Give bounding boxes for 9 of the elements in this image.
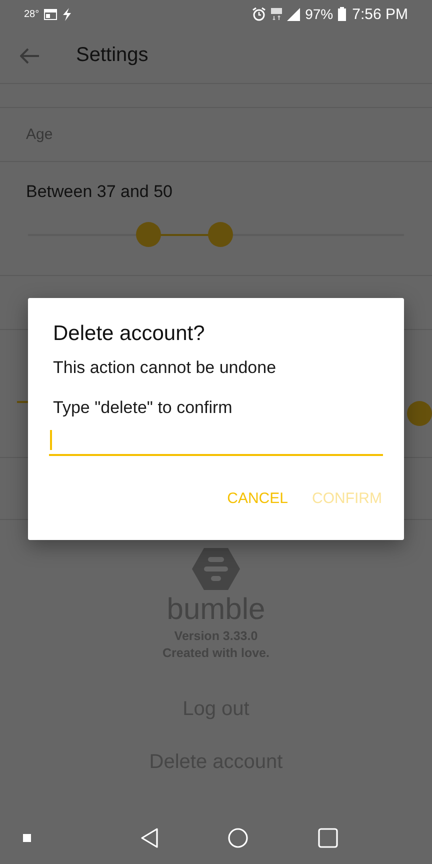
screen-title: Settings: [76, 44, 148, 67]
dialog-title: Delete account?: [53, 322, 205, 346]
age-range-label: Between 37 and 50: [26, 182, 173, 201]
clock: 7:56 PM: [352, 6, 408, 22]
dialog-message: This action cannot be undone: [53, 358, 276, 378]
field-label: Type "delete" to confirm: [53, 398, 232, 418]
battery-percent: 97%: [305, 6, 334, 22]
temperature: 28°: [24, 8, 40, 20]
dialog-button[interactable]: CANCEL: [227, 484, 288, 513]
